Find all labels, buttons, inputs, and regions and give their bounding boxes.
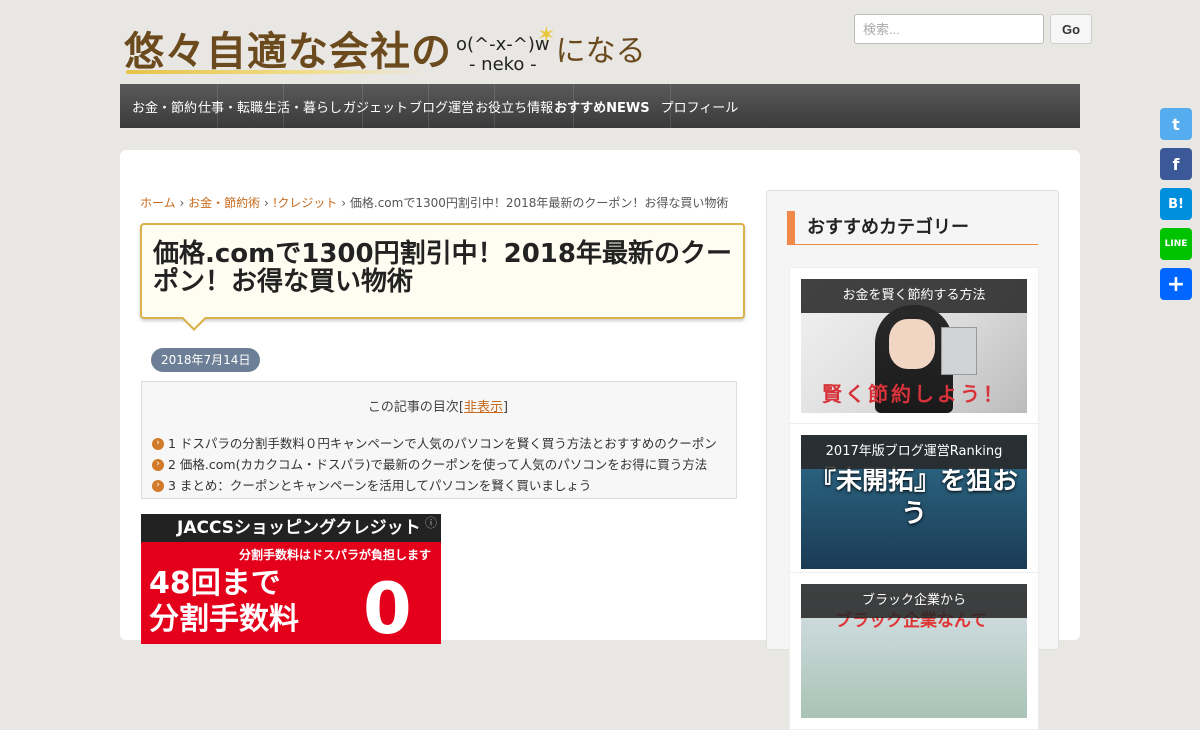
sidebar: おすすめカテゴリー 賢く節約しよう！ お金を賢く節約する方法 『未開拓』を狙おう…	[766, 190, 1059, 730]
card-label: お金を賢く節約する方法	[801, 279, 1027, 313]
share-bar: t f B! LINE +	[1160, 108, 1192, 308]
card-caption: 賢く節約しよう！	[822, 382, 1006, 406]
main-nav: お金・節約 仕事・転職 生活・暮らし ガジェット ブログ運営 お役立ち情報 おす…	[120, 84, 1080, 128]
plus-icon: +	[1166, 271, 1186, 297]
title-pointer-inner	[183, 317, 205, 328]
info-icon[interactable]: ⓘ	[425, 514, 441, 530]
article-title-box: 価格.comで1300円割引中！2018年最新のクーポン！お得な買い物術	[140, 223, 745, 331]
post-date: 2018年7月14日	[151, 348, 261, 372]
card-image: ブラック企業なんて ブラック企業から	[801, 584, 1027, 718]
card-image: 『未開拓』を狙おう 2017年版ブログ運営Ranking	[801, 435, 1027, 569]
article-title: 価格.comで1300円割引中！2018年最新のクーポン！お得な買い物術	[153, 239, 732, 297]
search-form: Go	[854, 14, 1092, 44]
chevron-right-icon: ›	[152, 458, 164, 471]
advertisement-banner[interactable]: JACCSショッピングクレジット ⓘ 分割手数料はドスパラが負担します 48回ま…	[141, 514, 441, 644]
card-image: 賢く節約しよう！ お金を賢く節約する方法	[801, 279, 1027, 413]
toc-item[interactable]: › 1 ドスパラの分割手数料０円キャンペーンで人気のパソコンを賢く買う方法とおす…	[152, 433, 724, 454]
breadcrumb-separator: ›	[179, 196, 185, 210]
toc-toggle-link[interactable]: 非表示	[464, 400, 503, 415]
more-share-button[interactable]: +	[1160, 268, 1192, 300]
logo-tail-text: になる	[555, 34, 646, 69]
card-caption: 『未開拓』を狙おう	[809, 466, 1018, 529]
breadcrumb: ホーム › お金・節約術 › !クレジット › 価格.comで1300円割引中！…	[140, 194, 728, 211]
breadcrumb-subcategory[interactable]: !クレジット	[273, 196, 338, 210]
logo-main-text: 悠々自適な会社の	[124, 29, 452, 75]
category-card[interactable]: 『未開拓』を狙おう 2017年版ブログ運営Ranking	[789, 423, 1039, 581]
logo-neko-text: - neko -	[468, 54, 537, 76]
ad-zero-text: 0円	[363, 568, 412, 644]
toc-item[interactable]: › 3 まとめ：クーポンとキャンペーンを活用してパソコンを賢く買いましょう	[152, 475, 724, 496]
sidebar-title: おすすめカテゴリー	[787, 211, 1038, 245]
nav-item-profile[interactable]: プロフィール	[651, 84, 739, 128]
line-share-button[interactable]: LINE	[1160, 228, 1192, 260]
twitter-icon: t	[1172, 114, 1180, 134]
breadcrumb-current: 価格.comで1300円割引中！2018年最新のクーポン！お得な買い物術	[349, 196, 729, 210]
toc-item-text: 1 ドスパラの分割手数料０円キャンペーンで人気のパソコンを賢く買う方法とおすすめ…	[168, 436, 717, 451]
line-icon: LINE	[1164, 239, 1188, 249]
hatena-icon: B!	[1168, 196, 1184, 212]
toc-item-text: 3 まとめ：クーポンとキャンペーンを活用してパソコンを賢く買いましょう	[168, 478, 592, 493]
twitter-share-button[interactable]: t	[1160, 108, 1192, 140]
toc-title-text: この記事の目次	[367, 400, 459, 415]
category-card[interactable]: 賢く節約しよう！ お金を賢く節約する方法	[789, 267, 1039, 425]
category-card[interactable]: ブラック企業なんて ブラック企業から	[789, 572, 1039, 730]
search-input[interactable]	[854, 14, 1044, 44]
breadcrumb-category[interactable]: お金・節約術	[188, 196, 260, 210]
face-illustration	[889, 319, 935, 369]
logo-face: o(^-x-^)w - neko - ✶	[456, 23, 556, 76]
table-of-contents: この記事の目次[非表示] › 1 ドスパラの分割手数料０円キャンペーンで人気のパ…	[141, 381, 737, 499]
toc-title: この記事の目次[非表示]	[367, 400, 509, 415]
facebook-share-button[interactable]: f	[1160, 148, 1192, 180]
logo-underline	[126, 70, 426, 74]
star-icon: ✶	[537, 22, 556, 48]
nav-items: お金・節約 仕事・転職 生活・暮らし ガジェット ブログ運営 お役立ち情報 おす…	[132, 84, 671, 128]
facebook-icon: f	[1172, 154, 1180, 174]
search-button[interactable]: Go	[1050, 14, 1092, 44]
content-panel: ホーム › お金・節約術 › !クレジット › 価格.comで1300円割引中！…	[120, 150, 1080, 730]
toc-item-text: 2 価格.com(カカクコム・ドスパラ)で最新のクーポンを使って人気のパソコンを…	[168, 457, 708, 472]
card-label: 2017年版ブログ運営Ranking	[801, 435, 1027, 469]
toc-item[interactable]: › 2 価格.com(カカクコム・ドスパラ)で最新のクーポンを使って人気のパソコ…	[152, 454, 724, 475]
ad-sub-text: 分割手数料はドスパラが負担します	[238, 548, 431, 562]
breadcrumb-separator: ›	[263, 196, 269, 210]
chevron-right-icon: ›	[152, 479, 164, 492]
chevron-right-icon: ›	[152, 437, 164, 450]
calculator-icon	[941, 327, 977, 375]
card-label: ブラック企業から	[801, 584, 1027, 618]
site-header: 悠々自適な会社の o(^-x-^)w - neko - ✶ になる Go	[120, 0, 1092, 84]
logo-face-text: o(^-x-^)w	[456, 33, 550, 55]
breadcrumb-separator: ›	[341, 196, 347, 210]
ad-top-text: JACCSショッピングクレジット	[141, 514, 441, 542]
hatena-share-button[interactable]: B!	[1160, 188, 1192, 220]
breadcrumb-home[interactable]: ホーム	[140, 196, 176, 210]
